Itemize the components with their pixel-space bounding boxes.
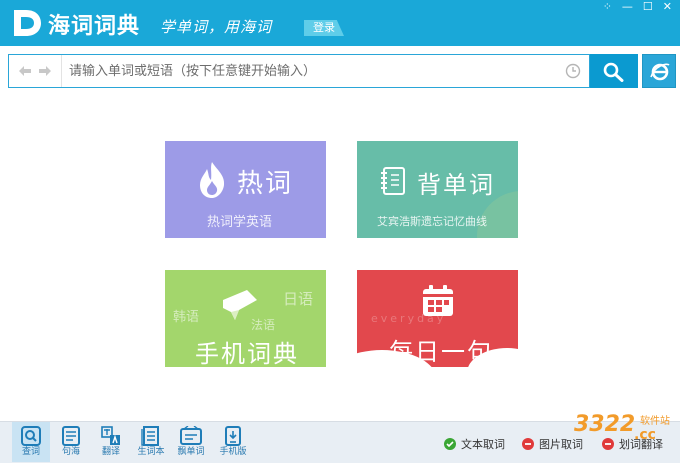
lang-japanese: 日语	[283, 290, 314, 308]
lang-korean: 韩语	[173, 310, 200, 325]
watermark-caption: 软件站	[640, 416, 670, 427]
close-icon[interactable]: ✕	[663, 0, 672, 14]
memorize-words-title: 背单词	[417, 171, 495, 199]
mobile-dictionary-title: 手机词典	[195, 340, 299, 367]
memorize-words-subtitle: 艾宾浩斯遗忘记忆曲线	[377, 215, 487, 228]
clock-icon[interactable]	[565, 63, 581, 79]
floating-word-icon	[180, 426, 202, 445]
minimize-icon[interactable]: —	[622, 0, 633, 14]
search-bar	[8, 54, 590, 88]
arrow-right-icon[interactable]	[39, 66, 51, 76]
ie-icon	[650, 63, 670, 81]
mobile-icon	[225, 426, 241, 446]
chat-icon	[223, 290, 257, 320]
slogan: 学单词，用海词	[160, 18, 273, 36]
wordbook-icon	[141, 426, 159, 446]
login-button[interactable]: 登录	[304, 20, 344, 36]
tab-sentences-label: 句海	[61, 447, 80, 457]
tab-wordbook[interactable]: 生词本	[132, 426, 170, 462]
window-controls: ⁘ — ☐ ✕	[603, 0, 672, 14]
notebook-icon	[381, 167, 405, 195]
browser-button[interactable]	[642, 54, 676, 88]
disabled-icon	[602, 438, 614, 450]
tab-mobile-label: 手机版	[219, 447, 247, 457]
title-bar: 海词词典 学单词，用海词 登录 ⁘ — ☐ ✕	[0, 0, 680, 46]
hot-words-title: 热词	[237, 169, 294, 199]
flame-icon	[200, 162, 225, 198]
search-button[interactable]	[590, 54, 638, 88]
image-capture-toggle[interactable]: 图片取词	[522, 436, 583, 452]
tab-translate[interactable]: 翻译	[92, 426, 130, 462]
daily-sentence-title: 每日一句	[389, 338, 493, 366]
search-input[interactable]	[65, 55, 555, 87]
tab-floating-words[interactable]: 飘单词	[172, 426, 210, 462]
watermark-domain: .cc	[634, 427, 656, 443]
tab-mobile[interactable]: 手机版	[214, 426, 252, 462]
tab-wordbook-label: 生词本	[137, 447, 165, 457]
watermark-number: 3322	[574, 412, 636, 437]
tab-floating-words-label: 飘单词	[177, 447, 205, 457]
tab-lookup-label: 查词	[21, 447, 40, 457]
memorize-words-tile[interactable]: 背单词 艾宾浩斯遗忘记忆曲线	[357, 141, 518, 238]
maximize-icon[interactable]: ☐	[643, 0, 653, 14]
app-title: 海词词典	[48, 14, 141, 39]
logo-icon	[14, 10, 41, 36]
image-capture-label: 图片取词	[539, 438, 583, 451]
disabled-icon	[522, 438, 534, 450]
tab-sentences[interactable]: 句海	[52, 426, 90, 462]
check-icon	[444, 438, 456, 450]
skin-menu-icon[interactable]: ⁘	[603, 0, 612, 14]
calendar-icon	[423, 285, 453, 316]
magnifier-icon	[603, 62, 624, 82]
tab-lookup[interactable]: 查词	[12, 422, 50, 462]
lookup-icon	[21, 426, 41, 446]
mobile-dictionary-tile[interactable]: 日语 韩语 法语 手机词典	[165, 270, 326, 367]
translate-icon	[101, 426, 120, 445]
text-capture-toggle[interactable]: 文本取词	[444, 436, 505, 452]
sentence-icon	[62, 426, 80, 446]
arrow-left-icon[interactable]	[19, 66, 31, 76]
tab-translate-label: 翻译	[101, 447, 120, 457]
daily-sentence-tile[interactable]: everyday 每日一句	[357, 270, 518, 367]
hot-words-tile[interactable]: 热词 热词学英语	[165, 141, 326, 238]
text-capture-label: 文本取词	[461, 438, 505, 451]
history-nav	[9, 55, 62, 87]
hot-words-subtitle: 热词学英语	[207, 215, 273, 230]
